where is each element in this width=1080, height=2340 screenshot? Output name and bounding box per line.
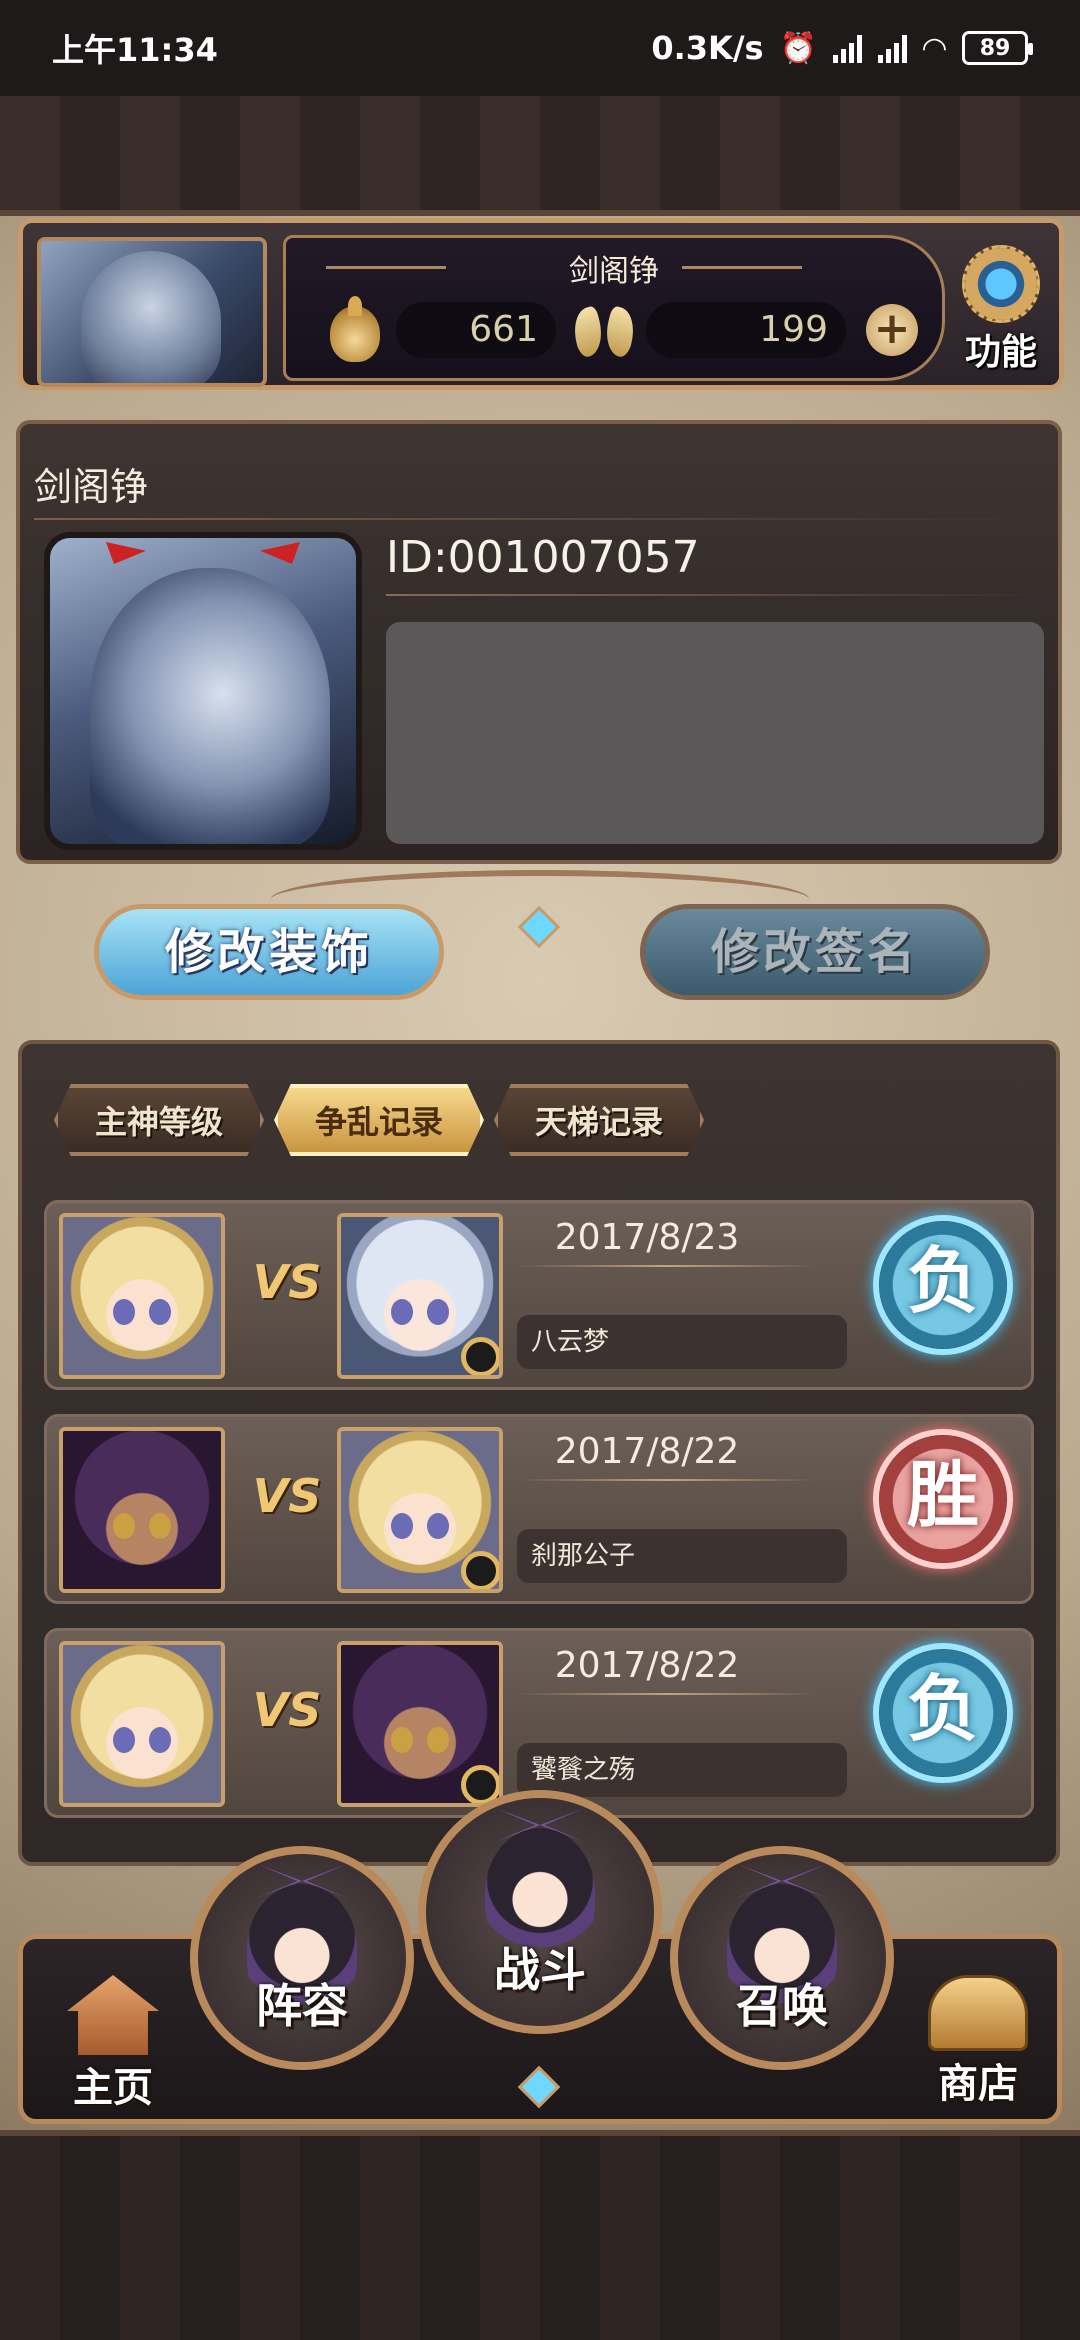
tab-god-level[interactable]: 主神等级	[54, 1084, 264, 1156]
opponent-portrait[interactable]	[337, 1641, 503, 1807]
vs-label: VS	[252, 1469, 322, 1523]
wifi-icon: ◠	[922, 30, 946, 66]
battery-level: 89	[979, 35, 1011, 61]
nav-summon-label: 召唤	[736, 1979, 828, 2033]
flame-currency-value: 661	[396, 302, 556, 358]
divider	[517, 1479, 817, 1481]
function-button[interactable]: 功能	[941, 239, 1061, 379]
nav-lineup[interactable]: 阵容	[190, 1846, 414, 2070]
chest-icon	[928, 1975, 1028, 2051]
header-plate: 剑阁铮 661 199 +	[283, 235, 945, 381]
magnifier-icon[interactable]	[461, 1551, 499, 1589]
nav-battle-label: 战斗	[494, 1943, 586, 1997]
nav-shop-label: 商店	[938, 2061, 1018, 2107]
status-time: 上午11:34	[52, 31, 218, 69]
opponent-portrait[interactable]	[337, 1427, 503, 1593]
gear-icon	[962, 245, 1040, 323]
nav-shop[interactable]: 商店	[913, 1975, 1043, 2109]
function-label: 功能	[964, 332, 1037, 373]
divider	[34, 518, 1044, 520]
edit-signature-button[interactable]: 修改签名	[640, 904, 990, 1000]
opponent-name: 饕餮之殇	[517, 1743, 847, 1797]
opponent-name: 刹那公子	[517, 1529, 847, 1583]
edit-decoration-button[interactable]: 修改装饰	[94, 904, 444, 1000]
record-date: 2017/8/22	[554, 1645, 740, 1686]
top-decor-band	[0, 96, 1080, 216]
result-badge-lose: 负	[873, 1643, 1013, 1783]
gem-currency-value: 199	[646, 302, 846, 358]
player-portrait	[59, 1213, 225, 1379]
divider	[517, 1265, 817, 1267]
player-header: 剑阁铮 661 199 + 功能	[18, 218, 1064, 390]
signal-icon-2	[877, 33, 907, 63]
profile-name: 剑阁铮	[34, 465, 149, 509]
vs-label: VS	[252, 1683, 322, 1737]
player-portrait	[59, 1641, 225, 1807]
signature-box	[386, 622, 1044, 844]
alarm-icon: ⏰	[779, 30, 817, 66]
flame-icon	[330, 296, 380, 362]
nav-home-label: 主页	[73, 2065, 153, 2111]
player-portrait	[59, 1427, 225, 1593]
record-panel: 主神等级 争乱记录 天梯记录 VS 2017/8/23 八云梦 负 VS 201…	[18, 1040, 1060, 1866]
result-badge-lose: 负	[873, 1215, 1013, 1355]
record-row: VS 2017/8/23 八云梦 负	[44, 1200, 1034, 1390]
add-currency-button[interactable]: +	[866, 304, 918, 356]
nav-summon[interactable]: 召唤	[670, 1846, 894, 2070]
record-row: VS 2017/8/22 刹那公子 胜	[44, 1414, 1034, 1604]
house-icon	[67, 1975, 159, 2055]
nav-home[interactable]: 主页	[53, 1975, 173, 2113]
record-date: 2017/8/23	[554, 1217, 740, 1258]
record-tabs: 主神等级 争乱记录 天梯记录	[54, 1084, 704, 1156]
signal-icon	[832, 33, 862, 63]
record-date: 2017/8/22	[554, 1431, 740, 1472]
profile-card: 剑阁铮 ID:001007057	[16, 420, 1062, 864]
header-avatar[interactable]	[37, 237, 267, 387]
profile-avatar[interactable]	[44, 532, 362, 850]
opponent-portrait[interactable]	[337, 1213, 503, 1379]
battery-icon: 89	[962, 31, 1033, 65]
vs-label: VS	[252, 1255, 322, 1309]
divider	[386, 594, 1044, 596]
nav-battle[interactable]: 战斗	[418, 1790, 662, 2034]
status-bar: 上午11:34 0.3K/s ⏰ ◠ 89	[0, 0, 1080, 96]
status-icons: 0.3K/s ⏰ ◠ 89	[651, 29, 1033, 67]
header-player-name: 剑阁铮	[569, 254, 659, 289]
butterfly-icon	[574, 304, 634, 360]
bottom-decor-band	[0, 2130, 1080, 2340]
magnifier-icon[interactable]	[461, 1337, 499, 1375]
tab-ladder-record[interactable]: 天梯记录	[494, 1084, 704, 1156]
net-speed: 0.3K/s	[651, 29, 764, 67]
result-badge-win: 胜	[873, 1429, 1013, 1569]
opponent-name: 八云梦	[517, 1315, 847, 1369]
divider	[517, 1693, 817, 1695]
nav-lineup-label: 阵容	[256, 1979, 348, 2033]
tab-conflict-record[interactable]: 争乱记录	[274, 1084, 484, 1156]
player-id: ID:001007057	[386, 532, 700, 583]
